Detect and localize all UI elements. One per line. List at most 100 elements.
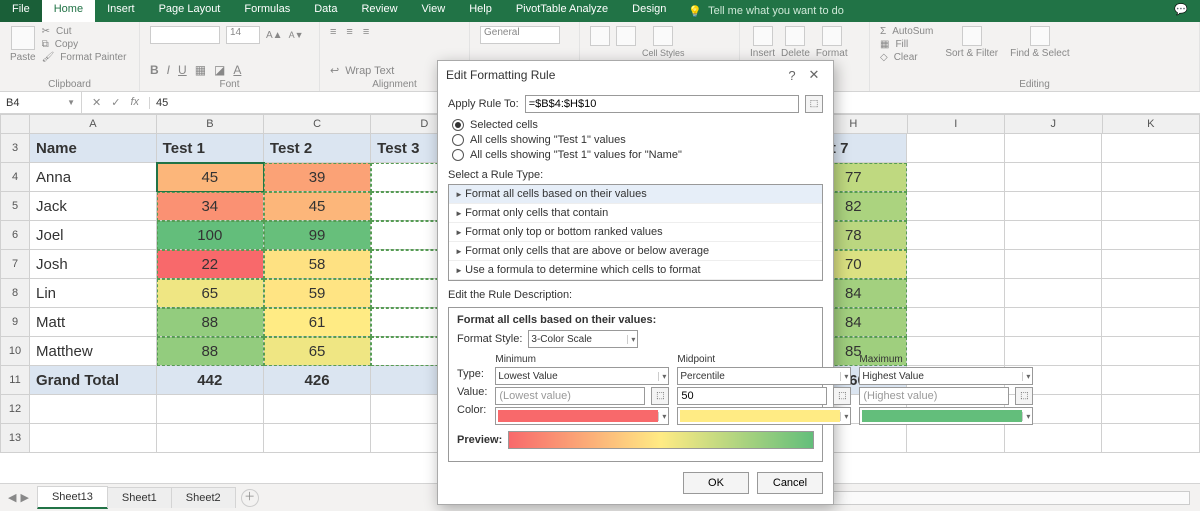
cell[interactable]	[907, 279, 1005, 308]
cell[interactable]	[1005, 192, 1103, 221]
cell[interactable]: 426	[264, 366, 371, 395]
cell[interactable]	[907, 134, 1005, 163]
col-header-K[interactable]: K	[1103, 114, 1200, 134]
ok-button[interactable]: OK	[683, 472, 749, 494]
sheet-tab-sheet2[interactable]: Sheet2	[171, 487, 236, 508]
tab-data[interactable]: Data	[302, 0, 349, 22]
tab-formulas[interactable]: Formulas	[232, 0, 302, 22]
cell-styles-button[interactable]: Cell Styles	[642, 26, 685, 58]
sort-filter-button[interactable]: Sort & Filter	[945, 26, 998, 63]
name-box[interactable]: B4 ▼	[0, 92, 82, 113]
delete-cells-button[interactable]: Delete	[781, 26, 810, 59]
cell[interactable]: 99	[264, 221, 371, 250]
format-cells-button[interactable]: Format	[816, 26, 848, 59]
range-picker-icon[interactable]: ⬚	[833, 387, 851, 405]
copy-button[interactable]: ⧉Copy	[42, 39, 127, 50]
tab-insert[interactable]: Insert	[95, 0, 147, 22]
format-as-table-button[interactable]	[616, 26, 636, 46]
format-painter-button[interactable]: 🖌Format Painter	[42, 52, 127, 63]
sheet-tab-sheet1[interactable]: Sheet1	[107, 487, 172, 508]
cell[interactable]	[1102, 337, 1200, 366]
apply-rule-to-input[interactable]	[525, 95, 799, 113]
row-header-13[interactable]: 13	[0, 424, 30, 453]
cancel-formula-icon[interactable]: ✕	[92, 96, 101, 109]
find-select-button[interactable]: Find & Select	[1010, 26, 1069, 63]
cell[interactable]: 45	[264, 192, 371, 221]
tab-design[interactable]: Design	[620, 0, 678, 22]
cell[interactable]: 59	[264, 279, 371, 308]
sheet-tab-sheet13[interactable]: Sheet13	[37, 486, 108, 509]
cell[interactable]	[1005, 424, 1103, 453]
cell[interactable]	[264, 395, 371, 424]
cell[interactable]: Matt	[30, 308, 157, 337]
cell[interactable]: Anna	[30, 163, 157, 192]
cell[interactable]	[30, 395, 157, 424]
cell[interactable]	[1005, 163, 1103, 192]
cell[interactable]: 442	[157, 366, 264, 395]
cell[interactable]	[1005, 279, 1103, 308]
row-header-11[interactable]: 11	[0, 366, 30, 395]
sheet-nav-prev-icon[interactable]: ◀	[8, 491, 16, 504]
dialog-close-icon[interactable]: ✕	[803, 67, 825, 83]
cell[interactable]	[1102, 424, 1200, 453]
row-header-4[interactable]: 4	[0, 163, 30, 192]
cell[interactable]	[1102, 279, 1200, 308]
add-sheet-button[interactable]: ＋	[241, 489, 259, 507]
col-header-B[interactable]: B	[157, 114, 264, 134]
font-color-icon[interactable]: A	[233, 63, 241, 77]
align-top-icon[interactable]: ≡	[330, 26, 336, 38]
col-header-I[interactable]: I	[908, 114, 1006, 134]
max-value-input[interactable]	[859, 387, 1009, 405]
tab-home[interactable]: Home	[42, 0, 95, 22]
mid-color-select[interactable]: ▾	[677, 407, 851, 425]
cell[interactable]	[1102, 192, 1200, 221]
cell[interactable]	[1005, 250, 1103, 279]
tab-pivot-analyze[interactable]: PivotTable Analyze	[504, 0, 620, 22]
cell[interactable]	[1102, 250, 1200, 279]
cell[interactable]: 39	[264, 163, 371, 192]
tab-help[interactable]: Help	[457, 0, 504, 22]
fx-icon[interactable]: fx	[130, 96, 139, 109]
cell[interactable]	[907, 308, 1005, 337]
cell[interactable]: 88	[157, 337, 264, 366]
cell[interactable]: Josh	[30, 250, 157, 279]
border-icon[interactable]: ▦	[195, 63, 206, 77]
paste-button[interactable]: Paste	[10, 26, 36, 63]
select-all-corner[interactable]	[0, 114, 30, 134]
row-header-10[interactable]: 10	[0, 337, 30, 366]
radio-selected-cells[interactable]: Selected cells	[452, 119, 823, 131]
bold-button[interactable]: B	[150, 63, 159, 77]
row-header-6[interactable]: 6	[0, 221, 30, 250]
rule-type-item[interactable]: Use a formula to determine which cells t…	[449, 261, 822, 280]
cell[interactable]	[30, 424, 157, 453]
range-picker-icon[interactable]: ⬚	[1015, 387, 1033, 405]
share-icon[interactable]: 💬	[1162, 0, 1200, 22]
mid-value-input[interactable]	[677, 387, 827, 405]
col-header-C[interactable]: C	[264, 114, 371, 134]
cell[interactable]: 34	[157, 192, 264, 221]
tab-page-layout[interactable]: Page Layout	[147, 0, 233, 22]
cell[interactable]	[1102, 134, 1200, 163]
underline-button[interactable]: U	[178, 63, 187, 77]
mid-type-select[interactable]: Percentile▾	[677, 367, 851, 385]
align-bottom-icon[interactable]: ≡	[363, 26, 369, 38]
rule-type-item[interactable]: Format all cells based on their values	[449, 185, 822, 204]
row-header-5[interactable]: 5	[0, 192, 30, 221]
cell[interactable]	[1102, 163, 1200, 192]
cut-button[interactable]: ✂Cut	[42, 26, 127, 37]
radio-all-test1-name[interactable]: All cells showing "Test 1" values for "N…	[452, 149, 823, 161]
row-header-3[interactable]: 3	[0, 134, 30, 163]
tab-review[interactable]: Review	[349, 0, 409, 22]
cell[interactable]: 45	[157, 163, 264, 192]
italic-button[interactable]: I	[167, 63, 170, 77]
row-header-8[interactable]: 8	[0, 279, 30, 308]
tab-file[interactable]: File	[0, 0, 42, 22]
cell[interactable]: Joel	[30, 221, 157, 250]
max-type-select[interactable]: Highest Value▾	[859, 367, 1033, 385]
cell[interactable]: Jack	[30, 192, 157, 221]
cell[interactable]: Matthew	[30, 337, 157, 366]
cell[interactable]	[907, 221, 1005, 250]
cell[interactable]	[1102, 395, 1200, 424]
rule-type-item[interactable]: Format only top or bottom ranked values	[449, 223, 822, 242]
cell[interactable]	[907, 163, 1005, 192]
